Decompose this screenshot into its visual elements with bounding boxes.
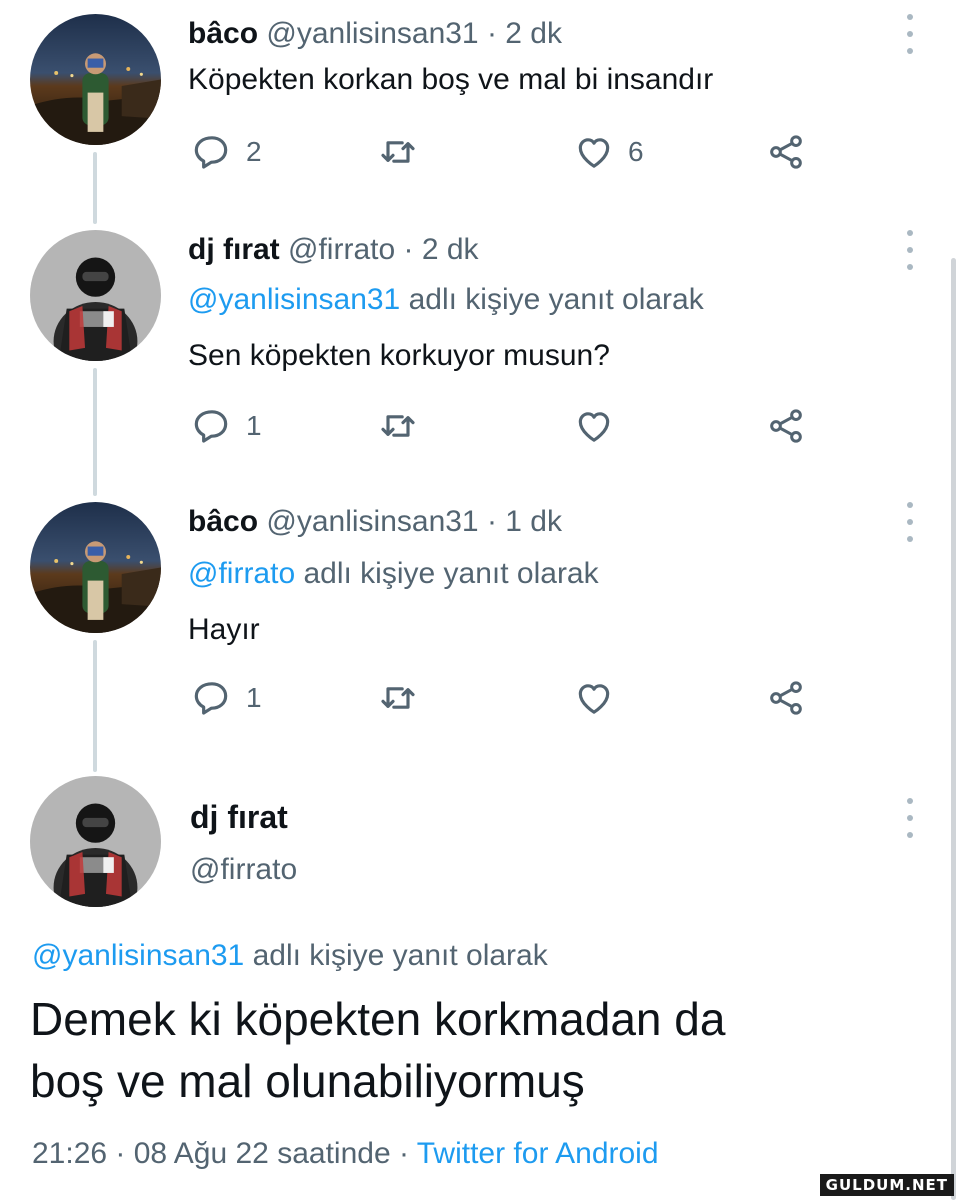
avatar-photo — [30, 230, 161, 361]
reply-icon — [194, 136, 228, 169]
share-icon — [770, 681, 802, 715]
tweet-actions: 2 6 — [188, 130, 808, 174]
reply-context: @yanlisinsan31 adlı kişiye yanıt olarak — [32, 938, 548, 974]
reply-count: 1 — [246, 682, 262, 713]
reply-button[interactable]: 1 — [192, 404, 262, 448]
main-tweet-text: Demek ki köpekten korkmadan da boş ve ma… — [30, 988, 930, 1112]
share-icon — [770, 409, 802, 443]
timestamp[interactable]: · 2 dk — [479, 17, 562, 50]
mention-link[interactable]: @yanlisinsan31 — [188, 283, 400, 316]
retweet-button[interactable] — [378, 676, 418, 720]
main-tweet-text-line: boş ve mal olunabiliyormuş — [30, 1055, 585, 1107]
more-vertical-icon[interactable] — [900, 14, 920, 54]
mention-link[interactable]: @yanlisinsan31 — [32, 939, 244, 972]
share-icon — [770, 135, 802, 169]
handle[interactable]: @yanlisinsan31 — [266, 17, 478, 50]
tweet-meta: 21:26 · 08 Ağu 22 saatinde · Twitter for… — [32, 1136, 659, 1172]
like-button[interactable]: 6 — [574, 130, 644, 174]
tweet-text: Sen köpekten korkuyor musun? — [188, 339, 610, 372]
reply-count: 1 — [246, 410, 262, 441]
more-vertical-icon[interactable] — [900, 798, 920, 838]
avatar[interactable] — [30, 230, 161, 361]
thread-line — [93, 640, 97, 772]
tweet-text: Köpekten korkan boş ve mal bi insandır — [188, 63, 714, 96]
tweet-header: dj fırat @firrato · 2 dk — [188, 232, 479, 268]
heart-icon — [578, 412, 610, 442]
more-vertical-icon[interactable] — [900, 230, 920, 270]
share-button[interactable] — [766, 676, 806, 720]
reply-button[interactable]: 2 — [192, 130, 262, 174]
avatar-photo — [30, 776, 161, 907]
reply-icon — [194, 682, 228, 715]
scrollbar[interactable] — [951, 258, 956, 1200]
reply-button[interactable]: 1 — [192, 676, 262, 720]
retweet-button[interactable] — [378, 130, 418, 174]
reply-icon — [194, 410, 228, 443]
heart-icon — [578, 684, 610, 714]
display-name[interactable]: bâco — [188, 505, 258, 538]
share-button[interactable] — [766, 404, 806, 448]
retweet-button[interactable] — [378, 404, 418, 448]
main-tweet-text-line: Demek ki köpekten korkmadan da — [30, 993, 726, 1045]
timestamp[interactable]: · 2 dk — [395, 233, 478, 266]
timestamp[interactable]: 21:26 · 08 Ağu 22 saatinde · — [32, 1137, 417, 1170]
like-button[interactable] — [574, 404, 614, 448]
watermark: GULDUM.NET — [819, 1174, 954, 1196]
tweet-header: bâco @yanlisinsan31 · 2 dk — [188, 16, 562, 52]
avatar-photo — [30, 14, 161, 145]
reply-count: 2 — [246, 136, 262, 167]
avatar-photo — [30, 502, 161, 633]
display-name[interactable]: bâco — [188, 17, 258, 50]
retweet-icon — [381, 141, 415, 163]
source-link[interactable]: Twitter for Android — [417, 1137, 659, 1170]
display-name[interactable]: dj fırat — [190, 798, 288, 836]
mention-link[interactable]: @firrato — [188, 557, 295, 590]
thread-line — [93, 368, 97, 496]
share-button[interactable] — [766, 130, 806, 174]
tweet-text: Hayır — [188, 613, 260, 646]
retweet-icon — [381, 687, 415, 709]
avatar[interactable] — [30, 502, 161, 633]
handle[interactable]: @firrato — [190, 852, 297, 888]
tweet-actions: 1 — [188, 676, 808, 720]
handle[interactable]: @firrato — [288, 233, 395, 266]
reply-context-label: adlı kişiye yanıt olarak — [400, 283, 704, 316]
reply-context-label: adlı kişiye yanıt olarak — [295, 557, 599, 590]
timestamp[interactable]: · 1 dk — [479, 505, 562, 538]
heart-icon — [578, 138, 610, 168]
reply-context: @firrato adlı kişiye yanıt olarak — [188, 556, 599, 592]
thread-line — [93, 152, 97, 224]
reply-context-label: adlı kişiye yanıt olarak — [244, 939, 548, 972]
like-count: 6 — [628, 136, 644, 167]
more-vertical-icon[interactable] — [900, 502, 920, 542]
handle[interactable]: @yanlisinsan31 — [266, 505, 478, 538]
tweet-header: bâco @yanlisinsan31 · 1 dk — [188, 504, 562, 540]
avatar[interactable] — [30, 14, 161, 145]
like-button[interactable] — [574, 676, 614, 720]
retweet-icon — [381, 415, 415, 437]
avatar[interactable] — [30, 776, 161, 907]
tweet-actions: 1 — [188, 404, 808, 448]
reply-context: @yanlisinsan31 adlı kişiye yanıt olarak — [188, 282, 704, 318]
display-name[interactable]: dj fırat — [188, 233, 280, 266]
